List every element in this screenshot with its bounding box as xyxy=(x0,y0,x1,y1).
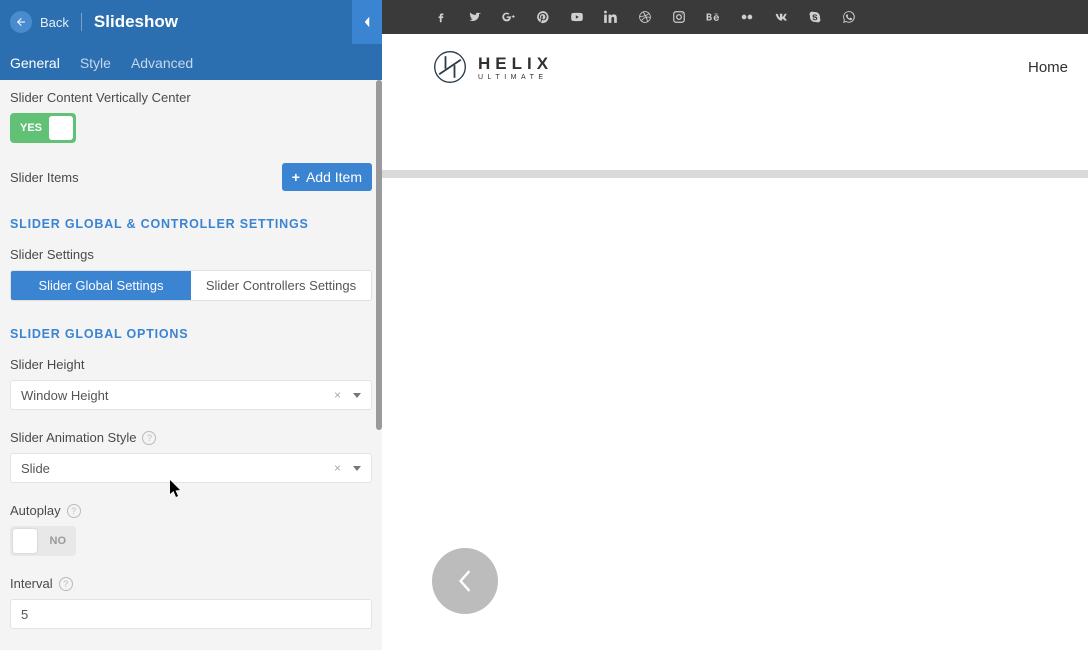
header-divider xyxy=(81,13,82,31)
instagram-icon[interactable] xyxy=(672,10,686,24)
flickr-icon[interactable] xyxy=(740,10,754,24)
label-interval-text: Interval xyxy=(10,576,53,591)
dribbble-icon[interactable] xyxy=(638,10,652,24)
label-interval: Interval xyxy=(10,576,372,591)
label-slider-anim-text: Slider Animation Style xyxy=(10,430,136,445)
tab-advanced[interactable]: Advanced xyxy=(131,55,193,80)
label-autoplay-text: Autoplay xyxy=(10,503,61,518)
add-item-button[interactable]: + Add Item xyxy=(282,163,372,191)
label-vcenter: Slider Content Vertically Center xyxy=(10,90,372,105)
back-arrow-icon xyxy=(10,11,32,33)
whatsapp-icon[interactable] xyxy=(842,10,856,24)
chevron-left-icon xyxy=(458,570,472,592)
sidebar-tabs: General Style Advanced xyxy=(0,44,382,80)
slider-preview-area xyxy=(382,178,1088,650)
back-label: Back xyxy=(40,15,69,30)
label-autoplay: Autoplay xyxy=(10,503,372,518)
help-icon[interactable] xyxy=(142,431,156,445)
skype-icon[interactable] xyxy=(808,10,822,24)
logo-line1: HELIX xyxy=(478,54,553,74)
tab-general[interactable]: General xyxy=(10,55,60,80)
settings-sidebar: Back Slideshow General Style Advanced Sl… xyxy=(0,0,382,650)
googleplus-icon[interactable] xyxy=(502,10,516,24)
toggle-knob xyxy=(13,529,37,553)
help-icon[interactable] xyxy=(67,504,81,518)
toggle-vcenter-text: YES xyxy=(20,122,42,134)
social-bar xyxy=(382,0,1088,34)
label-slider-anim: Slider Animation Style xyxy=(10,430,372,445)
chevron-down-icon xyxy=(353,393,361,398)
select-slider-anim-value: Slide xyxy=(21,461,50,476)
toggle-knob xyxy=(49,116,73,140)
select-slider-height-value: Window Height xyxy=(21,388,108,403)
behance-icon[interactable] xyxy=(706,10,720,24)
page-title: Slideshow xyxy=(94,12,178,32)
logo-text: HELIX ULTIMATE xyxy=(478,54,553,81)
select-slider-anim[interactable]: Slide × xyxy=(10,453,372,483)
twitter-icon[interactable] xyxy=(468,10,482,24)
seg-controllers[interactable]: Slider Controllers Settings xyxy=(191,271,371,300)
collapse-sidebar-button[interactable] xyxy=(352,0,382,44)
logo-mark-icon xyxy=(432,49,468,85)
input-interval[interactable] xyxy=(10,599,372,629)
slider-prev-button[interactable] xyxy=(432,548,498,614)
logo-line2: ULTIMATE xyxy=(478,74,553,81)
label-slider-items: Slider Items xyxy=(10,170,79,185)
label-slider-height: Slider Height xyxy=(10,357,372,372)
logo[interactable]: HELIX ULTIMATE xyxy=(432,49,553,85)
preview-divider xyxy=(382,170,1088,178)
youtube-icon[interactable] xyxy=(570,10,584,24)
linkedin-icon[interactable] xyxy=(604,10,618,24)
toggle-autoplay-text: NO xyxy=(50,535,67,547)
add-item-label: Add Item xyxy=(306,169,362,185)
toggle-autoplay[interactable]: NO xyxy=(10,526,76,556)
help-icon[interactable] xyxy=(59,577,73,591)
preview-frame: HELIX ULTIMATE Home xyxy=(382,0,1088,650)
chevron-left-icon xyxy=(363,16,371,28)
sidebar-header: Back Slideshow xyxy=(0,0,382,44)
tab-style[interactable]: Style xyxy=(80,55,111,80)
plus-icon: + xyxy=(292,169,300,185)
segmented-slider-settings: Slider Global Settings Slider Controller… xyxy=(10,270,372,301)
section-global-controller: SLIDER GLOBAL & CONTROLLER SETTINGS xyxy=(10,217,372,231)
select-slider-height[interactable]: Window Height × xyxy=(10,380,372,410)
pinterest-icon[interactable] xyxy=(536,10,550,24)
facebook-icon[interactable] xyxy=(434,10,448,24)
section-global-options: SLIDER GLOBAL OPTIONS xyxy=(10,327,372,341)
select-clear-icon[interactable]: × xyxy=(334,388,341,402)
toggle-vcenter[interactable]: YES xyxy=(10,113,76,143)
vk-icon[interactable] xyxy=(774,10,788,24)
nav-home[interactable]: Home xyxy=(1028,59,1068,76)
back-button[interactable]: Back xyxy=(0,11,69,33)
chevron-down-icon xyxy=(353,466,361,471)
site-header: HELIX ULTIMATE Home xyxy=(382,34,1088,100)
select-clear-icon[interactable]: × xyxy=(334,461,341,475)
label-slider-settings: Slider Settings xyxy=(10,247,372,262)
settings-panel[interactable]: Slider Content Vertically Center YES Sli… xyxy=(0,80,382,650)
seg-global[interactable]: Slider Global Settings xyxy=(11,271,191,300)
